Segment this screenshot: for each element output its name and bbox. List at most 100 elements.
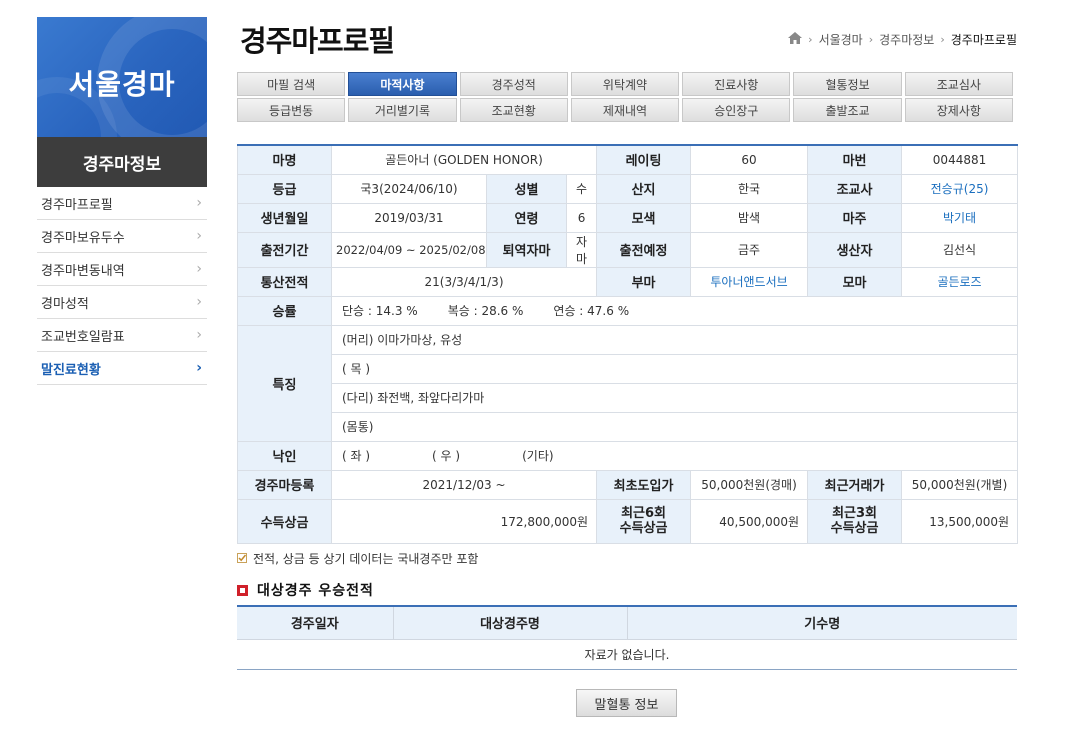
tab-registration[interactable]: 마적사항: [348, 72, 457, 96]
chevron-right-icon: ›: [196, 294, 202, 310]
chevron-right-icon: ›: [196, 261, 202, 277]
dam-label: 모마: [807, 266, 903, 297]
horse-number: 0044881: [901, 144, 1019, 175]
tab-training-status[interactable]: 조교현황: [459, 98, 568, 122]
table-row: 낙인 ( 좌 ) ( 우 ) (기타): [237, 440, 1019, 471]
recent6-prize-label: 최근6회 수득상금: [596, 498, 692, 544]
horse-profile-table: 마명 골든아너 (GOLDEN HONOR) 레이팅 60 마번 0044881…: [237, 144, 1019, 544]
recent3-prize-label-line1: 최근3회: [832, 506, 877, 521]
table-header-row: 경주일자 대상경주명 기수명: [237, 605, 1017, 640]
feature-neck: ( 목 ): [330, 353, 1019, 384]
sidebar-item-horse-profile[interactable]: 경주마프로필 ›: [37, 187, 207, 220]
prize-value: 172,800,000원: [330, 498, 598, 544]
feature-body: (몸통): [330, 411, 1019, 442]
feature-head: (머리) 이마가마상, 유성: [330, 324, 1019, 355]
sidebar-item-label: 경주마프로필: [41, 197, 113, 213]
horse-name-label: 마명: [237, 144, 332, 175]
first-price-value: 50,000천원(경매): [690, 469, 809, 500]
table-row: ( 목 ): [238, 353, 1019, 384]
grade-value: 국3(2024/06/10): [331, 173, 487, 204]
tab-medical[interactable]: 진료사항: [682, 72, 791, 96]
rating-value: 60: [690, 144, 809, 175]
owner-link[interactable]: 박기태: [901, 202, 1019, 233]
sidebar-item-race-results[interactable]: 경마성적 ›: [37, 286, 207, 319]
first-price-label: 최초도입가: [596, 469, 692, 500]
sire-label: 부마: [596, 266, 692, 297]
sidebar-item-label: 경주마변동내역: [41, 263, 125, 279]
birth-label: 생년월일: [237, 202, 332, 233]
recent-price-value: 50,000천원(개별): [901, 469, 1019, 500]
column-header-jockey: 기수명: [626, 605, 1017, 640]
origin-label: 산지: [596, 173, 692, 204]
sidebar-item-horse-count[interactable]: 경주마보유두수 ›: [37, 220, 207, 253]
brand-title: 서울경마: [68, 68, 176, 101]
trainer-link[interactable]: 전승규(25): [901, 173, 1019, 204]
owner-label: 마주: [807, 202, 903, 233]
major-race-wins-table: 경주일자 대상경주명 기수명 자료가 없습니다.: [237, 605, 1017, 670]
sidebar-item-horse-changes[interactable]: 경주마변동내역 ›: [37, 253, 207, 286]
race-period-value: 2022/04/09 ~ 2025/02/08: [331, 231, 487, 268]
retired-value: 자마: [565, 231, 598, 268]
win-rate-show: 연승 : 47.6 %: [553, 304, 630, 318]
breeder-value: 김선식: [901, 231, 1019, 268]
age-value: 6: [565, 202, 598, 233]
grade-label: 등급: [237, 173, 332, 204]
tab-shoeing[interactable]: 장제사항: [904, 98, 1013, 122]
tab-sanctions[interactable]: 제재내역: [570, 98, 680, 122]
tab-distance-records[interactable]: 거리별기록: [348, 98, 457, 122]
major-race-wins-title: 대상경주 우승전적: [237, 580, 374, 600]
breadcrumb: › 서울경마 › 경주마정보 › 경주마프로필: [788, 31, 1017, 48]
sidebar-item-label: 말진료현황: [41, 362, 101, 378]
table-row: 통산전적 21(3/3/4/1/3) 부마 투아너앤드서브 모마 골든로즈: [237, 266, 1019, 297]
tab-race-results[interactable]: 경주성적: [459, 72, 568, 96]
tab-approved-gear[interactable]: 승인장구: [682, 98, 791, 122]
chevron-right-icon: ›: [196, 195, 202, 211]
race-period-label: 출전기간: [237, 231, 332, 268]
tab-start-training[interactable]: 출발조교: [793, 98, 902, 122]
chevron-right-icon: ›: [808, 33, 813, 46]
registration-label: 경주마등록: [237, 469, 332, 500]
table-row: (몸통): [238, 411, 1019, 442]
tab-grade-changes[interactable]: 등급변동: [237, 98, 346, 122]
brand-banner: 서울경마: [37, 17, 207, 137]
checkmark-icon: [237, 552, 247, 566]
win-rate-label: 승률: [237, 295, 332, 326]
rating-label: 레이팅: [596, 144, 692, 175]
tab-training-review[interactable]: 조교심사: [904, 72, 1013, 96]
breadcrumb-current: 경주마프로필: [950, 33, 1017, 47]
total-record-label: 통산전적: [237, 266, 332, 297]
recent3-prize-label-line2: 수득상금: [830, 521, 879, 536]
registration-value: 2021/12/03 ~: [330, 469, 598, 500]
table-row: 특징 (머리) 이마가마상, 유성: [237, 324, 1019, 442]
horse-name: 골든아너 (GOLDEN HONOR): [330, 144, 598, 175]
table-row: 승률 단승 : 14.3 % 복승 : 28.6 % 연승 : 47.6 %: [237, 295, 1019, 326]
home-icon[interactable]: [788, 32, 803, 47]
tab-horse-search[interactable]: 마필 검색: [237, 72, 346, 96]
sex-value: 수: [565, 173, 598, 204]
coat-color-label: 모색: [596, 202, 692, 233]
dam-link[interactable]: 골든로즈: [901, 266, 1019, 297]
planned-race-label: 출전예정: [596, 231, 692, 268]
pedigree-info-button[interactable]: 말혈통 정보: [576, 689, 677, 717]
sidebar-item-training-numbers[interactable]: 조교번호일람표 ›: [37, 319, 207, 352]
recent3-prize-value: 13,500,000원: [901, 498, 1019, 544]
column-header-race-name: 대상경주명: [392, 605, 627, 640]
brand-mark-values: ( 좌 ) ( 우 ) (기타): [330, 440, 1019, 471]
retired-label: 퇴역자마: [486, 231, 567, 268]
features-label: 특징: [237, 324, 332, 442]
table-row: 마명 골든아너 (GOLDEN HONOR) 레이팅 60 마번 0044881: [237, 144, 1019, 175]
tab-bar: 마필 검색 마적사항 경주성적 위탁계약 진료사항 혈통정보 조교심사 등급변동…: [237, 72, 1013, 122]
page-title: 경주마프로필: [240, 24, 395, 58]
brand-mark-label: 낙인: [237, 440, 332, 471]
sidebar-item-horse-treatment[interactable]: 말진료현황 ›: [37, 352, 207, 385]
breadcrumb-item[interactable]: 경주마정보: [879, 31, 934, 48]
breadcrumb-item[interactable]: 서울경마: [819, 31, 863, 48]
origin-value: 한국: [690, 173, 809, 204]
tab-pedigree[interactable]: 혈통정보: [793, 72, 902, 96]
sire-link[interactable]: 투아너앤드서브: [690, 266, 809, 297]
brand-mark-left: ( 좌 ): [342, 449, 371, 463]
sidebar-section-title: 경주마정보: [37, 137, 207, 187]
brand-mark-other: (기타): [522, 449, 554, 463]
sidebar-item-label: 조교번호일람표: [41, 329, 125, 345]
tab-consignment[interactable]: 위탁계약: [570, 72, 680, 96]
